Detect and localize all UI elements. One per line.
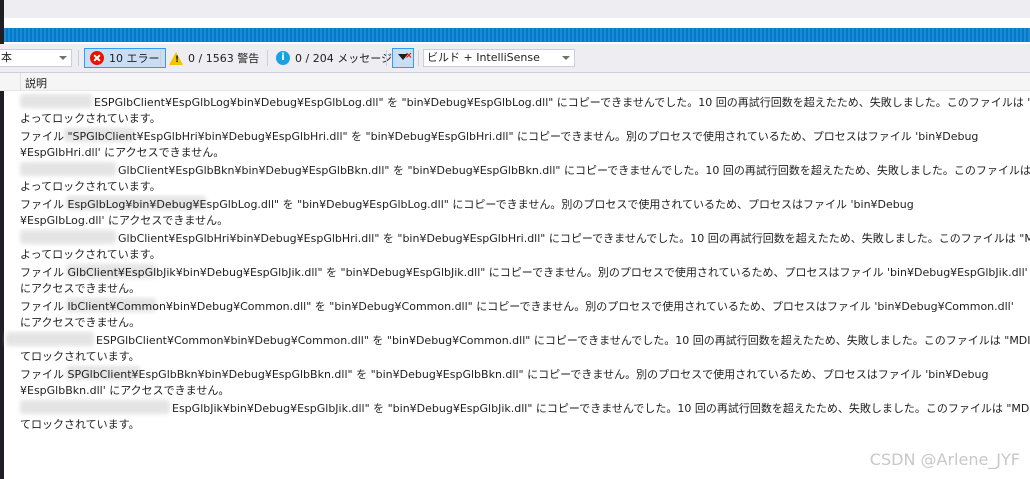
- scope-dropdown-value: 本: [1, 51, 12, 64]
- build-dropdown-value: ビルド + IntelliSense: [427, 51, 540, 64]
- error-description-line1: ファイル EspGlbLog¥bin¥Debug¥EspGlbLog.dll" …: [20, 198, 914, 211]
- messages-filter-button[interactable]: i 0 / 204 メッセージ: [271, 48, 397, 68]
- error-description-line1: GlbClient¥EspGlbHri¥bin¥Debug¥EspGlbHri.…: [118, 232, 1030, 245]
- error-description-line1: GlbClient¥EspGlbBkn¥bin¥Debug¥EspGlbBkn.…: [118, 164, 1030, 177]
- watermark: CSDN @Arlene_JYF: [869, 450, 1020, 469]
- error-description-line1: ファイル GlbClient¥EspGlbJik¥bin¥Debug¥EspGl…: [20, 266, 1028, 279]
- error-description-line2: ¥EspGlbLog.dll' にアクセスできません。: [20, 214, 229, 227]
- error-row[interactable]: ファイル lbClient¥Common¥bin¥Debug¥Common.dl…: [0, 296, 1030, 330]
- error-row[interactable]: EspGlbJik¥bin¥Debug¥EspGlbJik.dll" を "bi…: [0, 398, 1030, 432]
- top-panel-strip: [4, 0, 1030, 18]
- panel-title-bar[interactable]: [4, 28, 1030, 42]
- toolbar-separator: [418, 50, 419, 66]
- error-description-line1: EspGlbJik¥bin¥Debug¥EspGlbJik.dll" を "bi…: [172, 402, 1030, 415]
- error-description-line1: ESPGlbClient¥Common¥bin¥Debug¥Common.dll…: [96, 334, 1030, 347]
- toolbar-separator: [386, 50, 387, 66]
- error-description-line2: よってロックされています。: [20, 180, 161, 193]
- build-intellisense-dropdown[interactable]: ビルド + IntelliSense: [423, 49, 575, 67]
- warnings-filter-button[interactable]: ! 0 / 1563 警告: [164, 48, 264, 68]
- redacted-text: [20, 94, 92, 108]
- scope-dropdown[interactable]: 本: [0, 49, 72, 67]
- redacted-text: [20, 162, 116, 176]
- error-description-line1: ファイル "SPGlbClient¥EspGlbHri¥bin¥Debug¥Es…: [20, 130, 979, 143]
- errors-filter-label: 10 エラー: [109, 52, 160, 65]
- error-description-line2: にアクセスできません。: [20, 316, 141, 329]
- error-row[interactable]: ESPGlbClient¥EspGlbLog¥bin¥Debug¥EspGlbL…: [0, 92, 1030, 126]
- messages-filter-label: 0 / 204 メッセージ: [295, 52, 392, 65]
- error-row[interactable]: GlbClient¥EspGlbHri¥bin¥Debug¥EspGlbHri.…: [0, 228, 1030, 262]
- error-description-line1: ESPGlbClient¥EspGlbLog¥bin¥Debug¥EspGlbL…: [94, 96, 1030, 109]
- column-divider[interactable]: [20, 73, 21, 90]
- error-list-toolbar: 本 10 エラー ! 0 / 1563 警告 i 0 / 204 メッセージ ×…: [0, 44, 1030, 73]
- error-description-line2: よってロックされています。: [20, 112, 161, 125]
- info-icon: i: [276, 51, 290, 65]
- error-row[interactable]: ファイル "SPGlbClient¥EspGlbHri¥bin¥Debug¥Es…: [0, 126, 1030, 160]
- error-description-line2: にアクセスできません。: [20, 282, 141, 295]
- error-row[interactable]: ファイル EspGlbLog¥bin¥Debug¥EspGlbLog.dll" …: [0, 194, 1030, 228]
- error-description-line2: ¥EspGlbBkn.dll' にアクセスできません。: [20, 384, 230, 397]
- column-header-description[interactable]: 説明: [25, 75, 47, 91]
- clear-filter-button[interactable]: ×: [392, 48, 414, 68]
- redacted-text: [20, 400, 170, 414]
- error-description-line1: ファイル lbClient¥Common¥bin¥Debug¥Common.dl…: [20, 300, 1014, 313]
- toolbar-separator: [267, 50, 268, 66]
- error-description-line2: てロックされています。: [20, 350, 140, 363]
- warning-icon: !: [169, 51, 183, 65]
- error-list-header: 説明: [0, 73, 1030, 91]
- top-separator: [4, 18, 1030, 28]
- error-description-line2: てロックされています。: [20, 418, 140, 431]
- error-row[interactable]: ファイル SPGlbClient¥EspGlbBkn¥bin¥Debug¥Esp…: [0, 364, 1030, 398]
- toolbar-separator: [160, 50, 161, 66]
- redacted-text: [20, 230, 116, 244]
- redacted-text: [6, 332, 94, 346]
- error-row[interactable]: GlbClient¥EspGlbBkn¥bin¥Debug¥EspGlbBkn.…: [0, 160, 1030, 194]
- chevron-down-icon: [562, 56, 570, 60]
- error-list-body: ESPGlbClient¥EspGlbLog¥bin¥Debug¥EspGlbL…: [0, 92, 1030, 432]
- toolbar-separator: [78, 50, 79, 66]
- errors-filter-button[interactable]: 10 エラー: [84, 48, 166, 68]
- clear-x-icon: ×: [405, 51, 413, 61]
- warnings-filter-label: 0 / 1563 警告: [188, 52, 260, 65]
- error-row[interactable]: ESPGlbClient¥Common¥bin¥Debug¥Common.dll…: [0, 330, 1030, 364]
- chevron-down-icon: [59, 56, 67, 60]
- error-description-line1: ファイル SPGlbClient¥EspGlbBkn¥bin¥Debug¥Esp…: [20, 368, 989, 381]
- error-row[interactable]: ファイル GlbClient¥EspGlbJik¥bin¥Debug¥EspGl…: [0, 262, 1030, 296]
- error-icon: [90, 51, 104, 65]
- error-description-line2: よってロックされています。: [20, 248, 161, 261]
- error-description-line2: ¥EspGlbHri.dll' にアクセスできません。: [20, 146, 225, 159]
